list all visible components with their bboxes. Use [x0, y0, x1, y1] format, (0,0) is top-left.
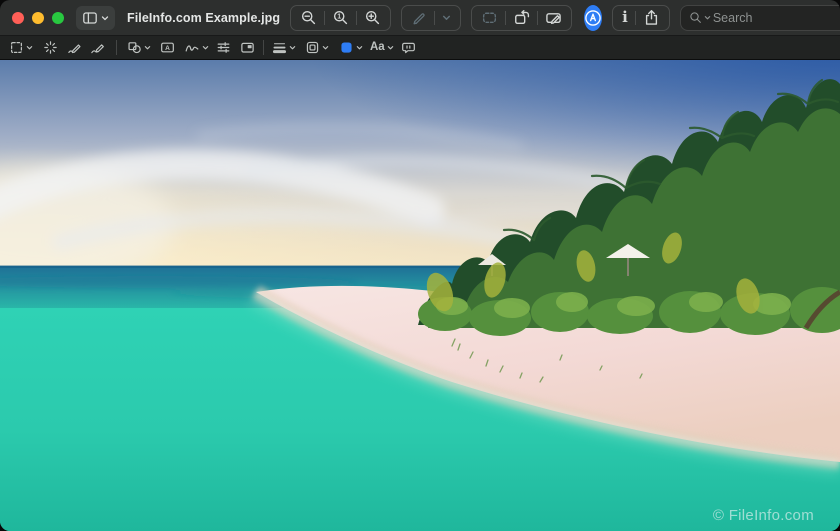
svg-text:1: 1 — [337, 14, 341, 21]
chevron-down-icon — [387, 46, 393, 50]
sidebar-toggle-button[interactable] — [76, 5, 115, 30]
pencil-button-group — [401, 4, 462, 31]
line-weight-icon — [272, 43, 287, 54]
search-input[interactable] — [712, 10, 840, 25]
crop-selection-icon — [483, 12, 497, 23]
edit-button-group — [471, 4, 573, 31]
fill-color-swatch-icon — [341, 42, 352, 53]
share-icon — [645, 10, 657, 25]
magnifier-plus-icon — [366, 10, 380, 25]
zoom-out-button[interactable] — [293, 7, 324, 29]
zoom-in-button[interactable] — [357, 7, 388, 29]
instant-alpha-button[interactable] — [43, 40, 58, 55]
shapes-button[interactable] — [127, 40, 151, 55]
chevron-down-icon — [356, 46, 363, 50]
chevron-down-icon — [289, 46, 296, 50]
beach-photo — [0, 60, 840, 531]
draw-marker-icon — [91, 44, 104, 54]
magnifier-one-icon: 1 — [334, 10, 348, 25]
text-box-icon: A — [161, 42, 174, 53]
selection-rect-icon — [11, 42, 22, 53]
pencil-dropdown-button[interactable] — [435, 7, 458, 29]
border-color-button[interactable] — [305, 40, 329, 55]
annotate-button[interactable] — [401, 40, 416, 55]
sketch-pen-icon — [68, 44, 81, 54]
chevron-down-icon — [101, 14, 109, 22]
markup-toolbar: A Aa — [0, 36, 840, 60]
sparkle-icon — [44, 41, 57, 54]
window-controls — [12, 11, 64, 24]
share-button[interactable] — [636, 7, 667, 29]
sign-button[interactable] — [184, 40, 209, 55]
markup-box-icon — [546, 13, 561, 25]
close-button[interactable] — [12, 11, 24, 24]
adjust-color-button[interactable] — [216, 40, 231, 55]
draw-button[interactable] — [90, 40, 105, 55]
border-color-icon — [306, 41, 319, 54]
zoom-button-group: 1 — [290, 4, 392, 31]
toolbar-separator — [263, 40, 264, 55]
sliders-icon — [217, 42, 230, 53]
chevron-down-icon — [144, 46, 151, 50]
fullscreen-button[interactable] — [52, 11, 64, 24]
titlebar: FileInfo.com Example.jpg 1 i Search — [0, 0, 840, 36]
selection-tools-button[interactable] — [9, 40, 33, 55]
chevron-down-icon — [443, 15, 451, 20]
chevron-down-icon — [26, 46, 33, 50]
speech-bubble-icon — [401, 42, 415, 54]
actual-size-button[interactable]: 1 — [325, 7, 356, 29]
show-markup-toolbar-button[interactable] — [538, 7, 569, 29]
info-button[interactable]: i — [615, 7, 635, 29]
shapes-icon — [128, 42, 141, 54]
rotate-icon — [515, 10, 530, 25]
crop-button[interactable] — [474, 7, 505, 29]
search-field — [679, 4, 840, 31]
watermark: © FileInfo.com — [712, 507, 814, 524]
markup-active-button[interactable] — [584, 4, 603, 31]
info-share-group: i — [612, 4, 670, 31]
shape-style-button[interactable] — [272, 40, 296, 55]
pencil-icon — [413, 12, 425, 24]
chevron-down-icon[interactable] — [704, 14, 711, 21]
magnifier-minus-icon — [302, 10, 316, 25]
text-tool-button[interactable]: A — [160, 40, 175, 55]
signature-icon — [185, 45, 199, 52]
info-icon: i — [622, 8, 628, 26]
fill-color-button[interactable] — [339, 40, 363, 55]
pen-nib-circle-icon — [585, 9, 601, 26]
minimize-button[interactable] — [32, 11, 44, 24]
chevron-down-icon — [202, 46, 209, 50]
adjust-size-button[interactable] — [240, 40, 255, 55]
svg-text:A: A — [165, 45, 170, 52]
rotate-button[interactable] — [506, 7, 537, 29]
pencil-markup-button[interactable] — [404, 7, 434, 29]
preview-window: FileInfo.com Example.jpg 1 i Search A Aa… — [0, 0, 840, 531]
sketch-button[interactable] — [67, 40, 82, 55]
window-title: FileInfo.com Example.jpg — [127, 10, 281, 25]
sidebar-icon — [82, 10, 98, 26]
toolbar-separator — [116, 40, 117, 55]
text-style-label: Aa — [370, 40, 385, 53]
chevron-down-icon — [322, 46, 329, 50]
text-style-button[interactable]: Aa — [370, 40, 394, 54]
search-icon — [690, 12, 701, 23]
photo-canvas[interactable]: © FileInfo.com — [0, 60, 840, 531]
resize-pane-icon — [241, 42, 254, 53]
